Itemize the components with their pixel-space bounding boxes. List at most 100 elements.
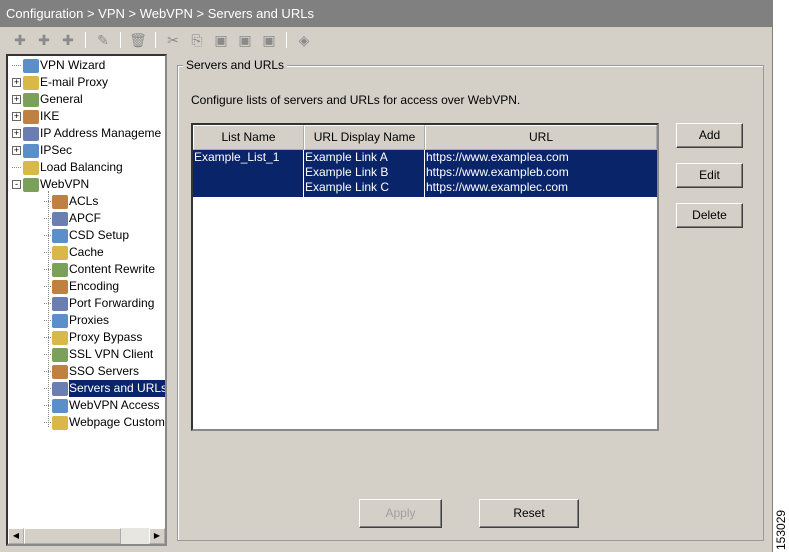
tree-node-icon: [52, 330, 68, 345]
insert-icon[interactable]: ✚: [34, 30, 54, 50]
tree-item-label: Proxies: [69, 313, 110, 327]
tree-item[interactable]: + E-mail Proxy: [12, 74, 108, 91]
tree-line: [48, 191, 49, 427]
tree-item[interactable]: WebVPN Access: [44, 397, 159, 414]
tree-item-label: CSD Setup: [69, 228, 130, 242]
tree-line: [12, 163, 21, 168]
url: https://www.examplec.com: [426, 180, 569, 194]
column-header-url[interactable]: URL: [425, 125, 657, 150]
tree-item[interactable]: Cache: [44, 244, 104, 261]
tree-expander-icon[interactable]: +: [12, 146, 21, 155]
scroll-right-icon[interactable]: ▶: [149, 528, 165, 544]
separator: [120, 32, 121, 48]
column-header-display-name[interactable]: URL Display Name: [304, 125, 425, 150]
tree-item[interactable]: Proxies: [44, 312, 109, 329]
tree-item[interactable]: + IPSec: [12, 142, 72, 159]
tree-item[interactable]: + IKE: [12, 108, 59, 125]
tree-item[interactable]: Encoding: [44, 278, 119, 295]
tree-item-label: WebVPN Access: [69, 398, 160, 412]
tree-item-label: SSO Servers: [69, 364, 140, 378]
paste-icon[interactable]: ▣: [211, 30, 231, 50]
tree-node-icon: [23, 143, 39, 158]
tree-expander-icon[interactable]: -: [12, 180, 21, 189]
tree-item[interactable]: Load Balancing: [12, 159, 123, 176]
tree-item[interactable]: Proxy Bypass: [44, 329, 142, 346]
tree-node-icon: [23, 126, 39, 141]
tree-item[interactable]: + General: [12, 91, 83, 108]
display-name: Example Link A: [305, 150, 388, 164]
display-name-cell: Example Link A Example Link B Example Li…: [304, 150, 425, 197]
tree-item[interactable]: CSD Setup: [44, 227, 129, 244]
tree-node-icon: [52, 364, 68, 379]
separator: [85, 32, 86, 48]
tree-item[interactable]: ACLs: [44, 193, 98, 210]
paste-after-icon[interactable]: ▣: [235, 30, 255, 50]
add-icon[interactable]: ✚: [10, 30, 30, 50]
horizontal-scrollbar[interactable]: ◀ ▶: [8, 528, 165, 544]
reset-button[interactable]: Reset: [479, 499, 579, 528]
url-cell: https://www.examplea.com https://www.exa…: [425, 150, 657, 197]
tree-node-icon: [52, 296, 68, 311]
tree-item[interactable]: Port Forwarding: [44, 295, 154, 312]
tree-node-icon: [52, 194, 68, 209]
apply-button[interactable]: Apply: [359, 499, 442, 528]
insert-after-icon[interactable]: ✚: [58, 30, 78, 50]
tree-line: [12, 61, 21, 66]
tree-node-icon: [52, 347, 68, 362]
tree-item[interactable]: Servers and URLs: [44, 380, 167, 397]
tree-item-label: SSL VPN Client: [69, 347, 154, 361]
delete-button[interactable]: Delete: [676, 203, 743, 228]
server-list-table: List Name URL Display Name URL Example_L…: [191, 123, 659, 431]
tree-node-icon: [23, 92, 39, 107]
paste-before-icon[interactable]: ▣: [259, 30, 279, 50]
tree-item-label: Load Balancing: [40, 160, 123, 174]
tree-item[interactable]: VPN Wizard: [12, 57, 105, 74]
list-name-cell: Example_List_1: [193, 150, 304, 197]
copy-icon[interactable]: ⎘: [187, 30, 207, 50]
tree-node-icon: [52, 381, 68, 396]
delete-icon[interactable]: 🗑: [128, 30, 148, 50]
tree-item-label: General: [40, 92, 83, 106]
tree-node-icon: [52, 279, 68, 294]
navigation-tree: VPN Wizard + E-mail Proxy + General + IKE + IP A…: [6, 54, 167, 546]
add-button[interactable]: Add: [676, 123, 743, 148]
tree-item[interactable]: SSO Servers: [44, 363, 139, 380]
url: https://www.examplea.com: [426, 150, 569, 164]
tree-expander-icon[interactable]: +: [12, 78, 21, 87]
tree-item-label: APCF: [69, 211, 102, 225]
tree-node-icon: [52, 228, 68, 243]
tree-item[interactable]: Content Rewrite: [44, 261, 155, 278]
tree-node-icon: [52, 211, 68, 226]
column-header-list-name[interactable]: List Name: [193, 125, 304, 150]
edit-button[interactable]: Edit: [676, 163, 743, 188]
group-label: Servers and URLs: [183, 58, 288, 72]
tree-expander-icon[interactable]: +: [12, 129, 21, 138]
tree-item[interactable]: Webpage Customiz: [44, 414, 165, 431]
tree-item-label: Encoding: [69, 279, 120, 293]
tree-node-icon: [52, 415, 68, 430]
tree-item[interactable]: - WebVPN: [12, 176, 89, 193]
find-icon[interactable]: ◈: [294, 30, 314, 50]
tree-item-label: VPN Wizard: [40, 58, 106, 72]
scroll-thumb[interactable]: [24, 528, 121, 544]
tree-item[interactable]: + IP Address Manageme: [12, 125, 161, 142]
table-row[interactable]: Example_List_1 Example Link A Example Li…: [193, 150, 657, 197]
figure-code: 153029: [774, 509, 788, 550]
tree-item[interactable]: APCF: [44, 210, 101, 227]
tree-item-label: Servers and URLs: [69, 380, 167, 397]
display-name: Example Link C: [305, 180, 390, 194]
tree-node-icon: [52, 398, 68, 413]
tree-item-label: E-mail Proxy: [40, 75, 109, 89]
display-name: Example Link B: [305, 165, 389, 179]
tree-item[interactable]: SSL VPN Client: [44, 346, 153, 363]
tree-node-icon: [23, 177, 39, 192]
tree-expander-icon[interactable]: +: [12, 112, 21, 121]
scroll-left-icon[interactable]: ◀: [8, 528, 24, 544]
tree-item-label: Content Rewrite: [69, 262, 156, 276]
cut-icon[interactable]: ✂: [163, 30, 183, 50]
tree-expander-icon[interactable]: +: [12, 95, 21, 104]
window: Configuration > VPN > WebVPN > Servers a…: [0, 0, 773, 552]
toolbar: ✚ ✚ ✚ ✎ 🗑 ✂ ⎘ ▣ ▣ ▣ ◈: [0, 28, 773, 52]
description: Configure lists of servers and URLs for …: [191, 93, 521, 107]
edit-icon[interactable]: ✎: [93, 30, 113, 50]
